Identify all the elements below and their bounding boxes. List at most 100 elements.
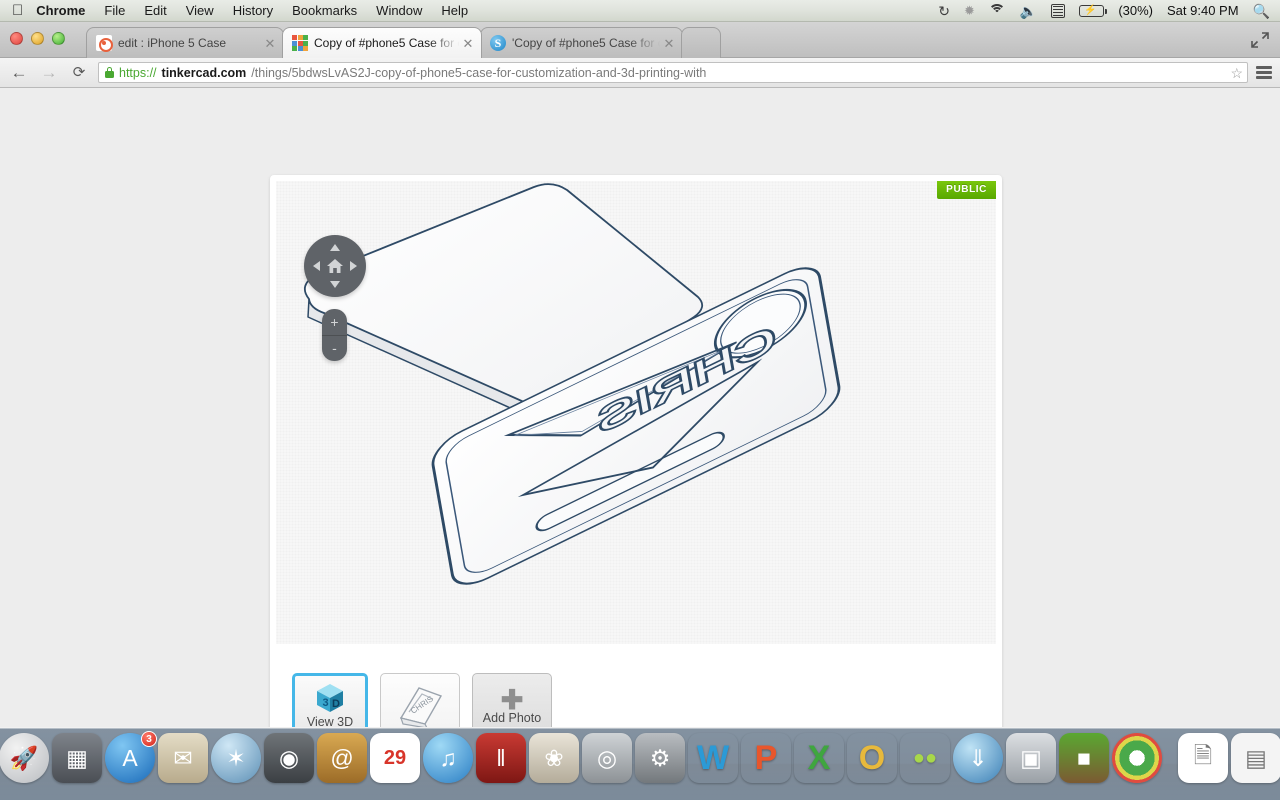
dock-item-downloads-stack[interactable]: ▤ — [1231, 733, 1280, 783]
photo-thumbnail-icon: CHRIS — [389, 682, 451, 727]
forward-arrow-icon[interactable]: → — [38, 64, 60, 81]
menu-item-help[interactable]: Help — [441, 3, 468, 18]
dock-item-messenger[interactable]: ●● — [900, 733, 950, 783]
address-bar[interactable]: https:// tinkercad.com/things/5bdwsLvAS2J… — [98, 62, 1248, 83]
arrow-left-icon[interactable] — [313, 261, 320, 271]
status-badge: PUBLIC — [937, 181, 996, 199]
dock-item-calendar[interactable]: 29 — [370, 733, 420, 783]
time-machine-icon[interactable]: ↻ — [938, 4, 950, 18]
grid-favicon — [292, 35, 308, 51]
menu-item-file[interactable]: File — [104, 3, 125, 18]
dock-item-outlook[interactable]: O — [847, 733, 897, 783]
dock-item-remote-desktop[interactable]: ▣ — [1006, 733, 1056, 783]
apple-icon[interactable]:  — [12, 3, 23, 18]
menu-item-history[interactable]: History — [233, 3, 273, 18]
word-icon: W — [696, 738, 730, 777]
menu-item-bookmarks[interactable]: Bookmarks — [292, 3, 357, 18]
docx-document-icon: 🗎 — [1193, 741, 1213, 768]
arrow-up-icon[interactable] — [330, 244, 340, 251]
search-icon[interactable]: 🔍 — [1253, 4, 1270, 18]
thumbnail-label: Add Photo — [482, 711, 542, 725]
thumbnail-add-photo[interactable]: ✚ Add Photo — [472, 673, 552, 727]
close-icon[interactable]: ✕ — [662, 37, 676, 50]
zoom-window-button[interactable] — [52, 32, 65, 45]
dock-item-system-preferences[interactable]: ⚙ — [635, 733, 685, 783]
downloader-icon: ⇓ — [968, 744, 988, 771]
star-icon[interactable]: ☆ — [1230, 66, 1243, 80]
viewer-navigation-pad: + - — [304, 235, 366, 361]
close-window-button[interactable] — [10, 32, 23, 45]
dock-item-imovie[interactable]: ‖ — [476, 733, 526, 783]
zoom-in-button[interactable]: + — [322, 309, 347, 336]
calculator-icon[interactable] — [1051, 3, 1066, 18]
menu-item-window[interactable]: Window — [376, 3, 422, 18]
dock-item-launchpad[interactable]: 🚀 — [0, 733, 49, 783]
tab-title: 'Copy of #phone5 Case for cu — [512, 36, 662, 50]
dock-item-docx-document[interactable]: 🗎 — [1178, 733, 1228, 783]
dock-item-iphoto[interactable]: ❀ — [529, 733, 579, 783]
tab-edit-iphone-5-case[interactable]: edit : iPhone 5 Case ✕ — [86, 27, 284, 58]
dock-item-powerpoint[interactable]: P — [741, 733, 791, 783]
dock-item-excel[interactable]: X — [794, 733, 844, 783]
dock-item-image-capture[interactable]: ◎ — [582, 733, 632, 783]
minecraft-icon: ■ — [1077, 744, 1091, 771]
dock-item-downloader[interactable]: ⇓ — [953, 733, 1003, 783]
mac-menu-bar:  Chrome File Edit View History Bookmark… — [0, 0, 1280, 22]
dock-item-mail-stamp[interactable]: ✉ — [158, 733, 208, 783]
thumbnail-view-3d[interactable]: 3 D View 3D — [292, 673, 368, 727]
model-3d-viewer[interactable]: PUBLIC CHRIS + - — [276, 181, 996, 644]
chrome-browser-window: edit : iPhone 5 Case ✕ Copy of #phone5 C… — [0, 22, 1280, 728]
back-arrow-icon[interactable]: ← — [8, 64, 30, 81]
system-preferences-icon: ⚙ — [649, 744, 671, 771]
iphoto-icon: ❀ — [544, 744, 564, 771]
menu-item-edit[interactable]: Edit — [144, 3, 166, 18]
close-icon[interactable]: ✕ — [263, 37, 277, 50]
svg-text:D: D — [332, 698, 340, 710]
imovie-icon: ‖ — [496, 744, 506, 771]
tab-title: Copy of #phone5 Case for cu — [314, 36, 461, 50]
tab-title: edit : iPhone 5 Case — [118, 36, 227, 50]
tab-copy-of-phone5-case[interactable]: Copy of #phone5 Case for cu ✕ — [282, 27, 482, 58]
dock-item-contacts[interactable]: @ — [317, 733, 367, 783]
minimize-window-button[interactable] — [31, 32, 44, 45]
dock-item-chrome[interactable] — [1112, 733, 1162, 783]
powerpoint-icon: P — [754, 738, 778, 777]
media-thumbnails: 3 D View 3D CHRIS ✚ Add Photo — [292, 673, 552, 727]
url-host: tinkercad.com — [161, 65, 247, 80]
battery-icon[interactable]: ⚡ — [1079, 4, 1108, 17]
thing-detail-card: PUBLIC CHRIS + - 3 D View 3D CHRIS ✚ Add… — [270, 175, 1002, 727]
dock-item-minecraft[interactable]: ■ — [1059, 733, 1109, 783]
wifi-icon[interactable] — [988, 4, 1006, 17]
dock-item-facetime[interactable]: ◉ — [264, 733, 314, 783]
view-cube-wheel[interactable] — [304, 235, 366, 297]
safari-icon: ✶ — [226, 744, 246, 771]
arrow-down-icon[interactable] — [330, 281, 340, 288]
tab-copy-of-phone5-case-skydrive[interactable]: 'Copy of #phone5 Case for cu ✕ — [480, 27, 683, 58]
close-icon[interactable]: ✕ — [461, 37, 475, 50]
dock-item-word[interactable]: W — [688, 733, 738, 783]
home-icon[interactable] — [326, 258, 344, 274]
launchpad-icon: 🚀 — [9, 744, 39, 771]
remote-desktop-icon: ▣ — [1020, 744, 1042, 771]
bluetooth-icon[interactable]: ✹ — [964, 4, 975, 17]
fullscreen-expand-icon[interactable] — [1250, 31, 1270, 49]
menu-bar-clock[interactable]: Sat 9:40 PM — [1167, 3, 1239, 18]
hamburger-menu-icon[interactable] — [1256, 66, 1272, 79]
new-tab-button[interactable] — [681, 27, 721, 58]
reload-icon[interactable]: ⟳ — [68, 65, 90, 80]
dock-item-safari[interactable]: ✶ — [211, 733, 261, 783]
menu-item-view[interactable]: View — [186, 3, 214, 18]
dock-item-itunes[interactable]: ♫ — [423, 733, 473, 783]
svg-text:3: 3 — [323, 697, 329, 709]
skydrive-favicon — [490, 35, 506, 51]
zoom-out-button[interactable]: - — [322, 336, 347, 362]
dock-badge: 3 — [141, 731, 157, 747]
dock-item-app-store[interactable]: A3 — [105, 731, 157, 783]
window-traffic-lights — [10, 32, 65, 45]
thumbnail-photo[interactable]: CHRIS — [380, 673, 460, 727]
volume-icon[interactable]: 🔈 — [1020, 4, 1037, 18]
dock-item-app-store-folder[interactable]: ▦ — [52, 733, 102, 783]
arrow-right-icon[interactable] — [350, 261, 357, 271]
menu-item-chrome[interactable]: Chrome — [36, 3, 85, 18]
zoom-controls: + - — [322, 309, 347, 361]
